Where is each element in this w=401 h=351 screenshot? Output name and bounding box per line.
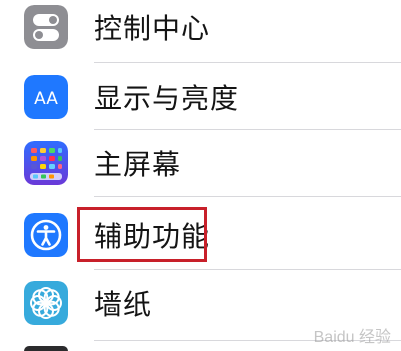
settings-row-label: 主屏幕	[94, 148, 182, 181]
settings-row-label: 墙纸	[94, 288, 153, 321]
settings-row-label: 显示与亮度	[94, 82, 240, 115]
wallpaper-icon	[24, 281, 68, 325]
display-brightness-icon: AA	[24, 75, 68, 119]
divider	[94, 269, 401, 270]
control-center-icon	[24, 5, 68, 49]
svg-text:AA: AA	[34, 89, 58, 109]
settings-row-label: 控制中心	[94, 12, 211, 45]
divider	[94, 129, 401, 130]
settings-row-display-brightness[interactable]: AA 显示与亮度	[0, 67, 401, 127]
settings-row-home-screen[interactable]: 主屏幕	[0, 135, 401, 195]
next-row-icon	[24, 346, 68, 351]
divider	[94, 62, 401, 63]
home-screen-icon	[24, 141, 68, 185]
divider	[94, 196, 401, 197]
watermark: Baidu 经验	[313, 329, 391, 346]
highlight-box	[77, 207, 207, 262]
accessibility-icon	[24, 213, 68, 257]
settings-row-control-center[interactable]: 控制中心	[0, 0, 401, 60]
